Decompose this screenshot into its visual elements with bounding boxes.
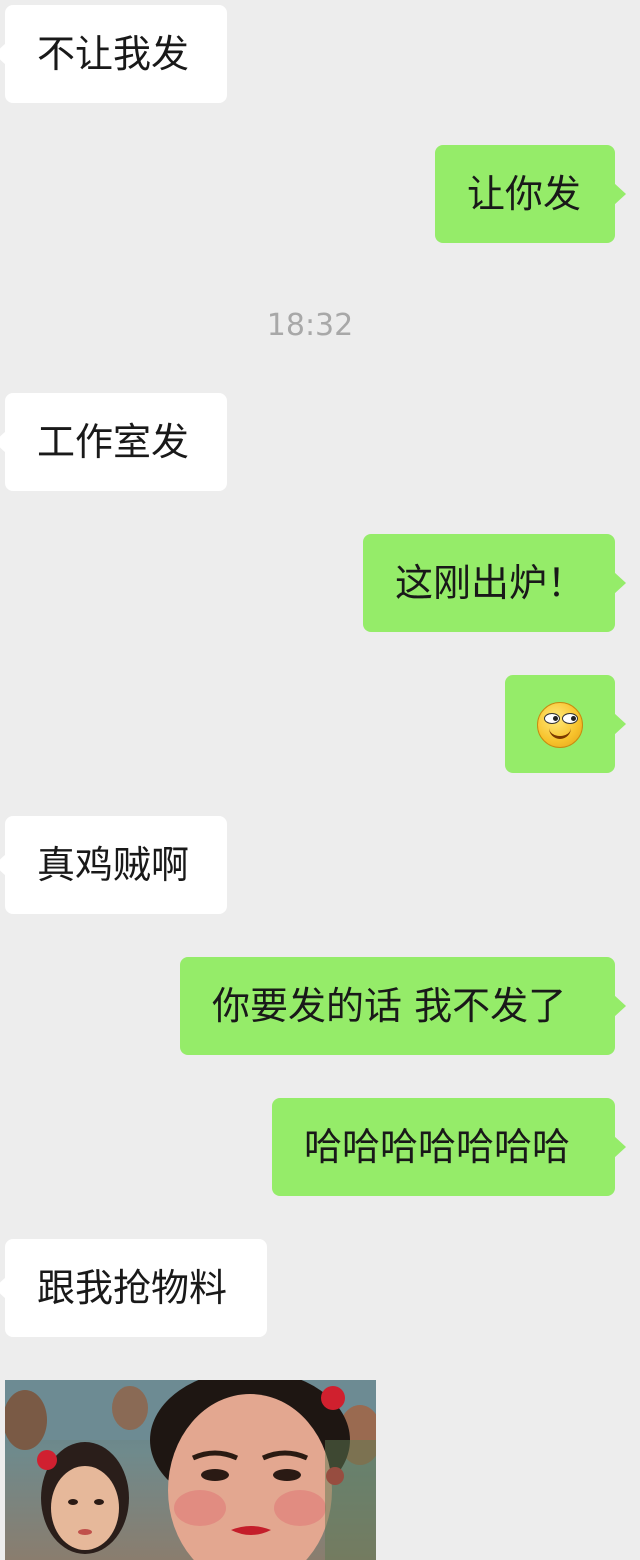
message-text: 哈哈哈哈哈哈哈 [304, 1125, 571, 1169]
message-bubble-received[interactable]: 跟我抢物料 [0, 1239, 267, 1337]
message-bubble-received[interactable]: 真鸡贼啊 [0, 816, 227, 914]
message-text: 工作室发 [37, 420, 190, 464]
message-bubble-sent[interactable] [505, 675, 626, 773]
message-text: 你要发的话 我不发了 [212, 984, 567, 1028]
message-bubble-sent[interactable]: 让你发 [435, 145, 626, 243]
timestamp: 18:32 [266, 308, 354, 343]
message-text: 不让我发 [37, 32, 190, 76]
message-bubble-sent[interactable]: 哈哈哈哈哈哈哈 [272, 1098, 626, 1196]
message-text: 跟我抢物料 [37, 1266, 228, 1310]
message-bubble-received[interactable]: 工作室发 [0, 393, 227, 491]
photo-illustration [5, 1380, 376, 1560]
message-bubble-received[interactable]: 不让我发 [0, 5, 227, 103]
message-bubble-sent[interactable]: 你要发的话 我不发了 [180, 957, 626, 1055]
message-text: 让你发 [467, 172, 582, 216]
message-bubble-sent[interactable]: 这刚出炉！ [363, 534, 626, 632]
film-still-photo[interactable] [5, 1380, 376, 1560]
message-text: 真鸡贼啊 [37, 843, 190, 887]
smirk-face-emoji [537, 702, 583, 748]
message-text: 这刚出炉！ [395, 561, 586, 605]
